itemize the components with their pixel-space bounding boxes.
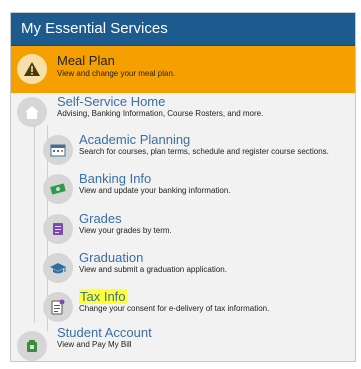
graduation-icon-circle: [43, 253, 73, 283]
banking-info-desc: View and update your banking information…: [79, 186, 231, 195]
panel-header: My Essential Services: [11, 13, 355, 46]
tax-info-desc: Change your consent for e-delivery of ta…: [79, 304, 270, 313]
meal-plan-item[interactable]: Meal Plan View and change your meal plan…: [11, 46, 355, 93]
meal-plan-desc: View and change your meal plan.: [57, 69, 176, 78]
tax-info-title-text[interactable]: Tax Info: [79, 289, 127, 304]
grades-icon-circle: [43, 214, 73, 244]
graduation-title[interactable]: Graduation: [79, 250, 143, 265]
graduation-desc: View and submit a graduation application…: [79, 265, 227, 274]
home-icon: [25, 105, 39, 119]
money-icon: [50, 183, 66, 195]
grades-desc: View your grades by term.: [79, 226, 172, 235]
essential-services-panel: My Essential Services Meal Plan View and…: [10, 12, 356, 362]
tax-info-title[interactable]: Tax Info: [79, 289, 127, 304]
academic-planning-title[interactable]: Academic Planning: [79, 132, 190, 147]
warning-icon: [24, 62, 40, 76]
student-account-icon-circle: [17, 331, 47, 361]
tax-info-icon-circle: [43, 292, 73, 322]
self-service-desc: Advising, Banking Information, Course Ro…: [57, 109, 264, 118]
panel-title: My Essential Services: [21, 20, 168, 37]
tax-document-icon: [51, 299, 65, 315]
banking-info-title[interactable]: Banking Info: [79, 171, 151, 186]
meal-plan-icon-circle: [17, 54, 47, 84]
meal-plan-title[interactable]: Meal Plan: [57, 53, 115, 68]
self-service-icon-circle: [17, 97, 47, 127]
student-account-title[interactable]: Student Account: [57, 325, 152, 340]
tree-line: [34, 125, 35, 323]
academic-planning-desc: Search for courses, plan terms, schedule…: [79, 147, 329, 156]
calendar-icon: [50, 144, 66, 157]
graduation-cap-icon: [50, 263, 66, 274]
self-service-title[interactable]: Self-Service Home: [57, 94, 165, 109]
student-account-desc: View and Pay My Bill: [57, 340, 132, 349]
banking-info-icon-circle: [43, 174, 73, 204]
grades-title[interactable]: Grades: [79, 211, 122, 226]
academic-planning-icon-circle: [43, 135, 73, 165]
wallet-icon: [27, 340, 37, 352]
grades-icon: [53, 223, 63, 235]
